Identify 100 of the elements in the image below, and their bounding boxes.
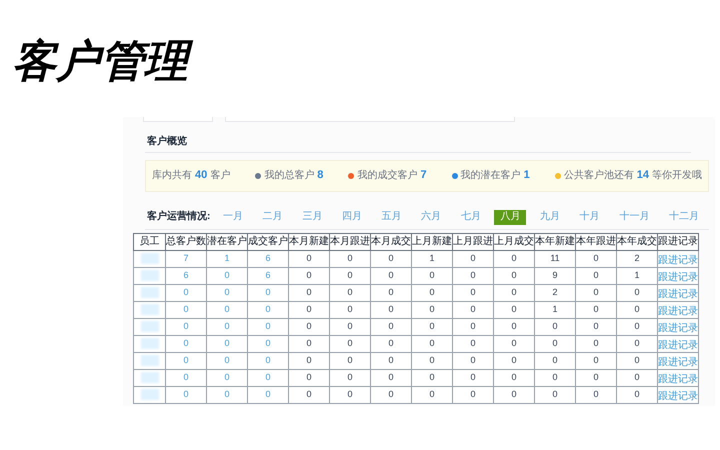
input-field[interactable] bbox=[225, 116, 515, 122]
table-cell: 0 bbox=[370, 267, 412, 284]
column-header: 上月新建 bbox=[412, 233, 452, 250]
blurred-name bbox=[140, 304, 158, 316]
table-cell: 0 bbox=[248, 284, 288, 302]
blurred-name bbox=[140, 270, 158, 282]
column-header: 上月跟进 bbox=[452, 233, 494, 250]
stat-label: 我的总客户 bbox=[264, 170, 314, 181]
table-cell: 0 bbox=[576, 267, 616, 284]
table-cell: 0 bbox=[370, 352, 412, 370]
table-cell: 0 bbox=[288, 352, 330, 370]
month-tab[interactable]: 三月 bbox=[296, 210, 328, 225]
month-tab[interactable]: 七月 bbox=[454, 210, 487, 225]
table-cell: 0 bbox=[370, 250, 412, 268]
table-cell: 0 bbox=[330, 250, 370, 268]
column-header: 本年跟进 bbox=[576, 233, 616, 250]
stat-label: 等你开发哦 bbox=[652, 170, 702, 181]
table-cell: 0 bbox=[166, 369, 206, 386]
table-cell: 0 bbox=[576, 335, 616, 352]
table-cell: 0 bbox=[248, 386, 288, 404]
table-cell: 0 bbox=[288, 301, 330, 318]
table-cell: 0 bbox=[452, 352, 494, 370]
table-cell: 0 bbox=[206, 301, 248, 318]
table-cell: 0 bbox=[452, 335, 494, 352]
table-cell: 0 bbox=[412, 386, 452, 404]
input-field[interactable] bbox=[143, 116, 213, 122]
table-cell: 0 bbox=[330, 267, 370, 284]
table-cell: 0 bbox=[534, 352, 576, 370]
table-cell: 0 bbox=[576, 301, 616, 318]
table-cell: 0 bbox=[412, 352, 452, 370]
table-cell: 0 bbox=[330, 369, 370, 386]
table-cell: 0 bbox=[494, 386, 534, 404]
table-cell: 0 bbox=[576, 284, 616, 302]
month-tab[interactable]: 八月 bbox=[494, 210, 526, 225]
table-cell: 0 bbox=[166, 318, 206, 336]
stat-value: 40 bbox=[195, 170, 208, 182]
stat-label: 我的潜在客户 bbox=[460, 170, 521, 181]
table-cell: 0 bbox=[288, 267, 330, 284]
table-cell: 2 bbox=[534, 284, 576, 302]
column-header: 本月跟进 bbox=[330, 233, 370, 250]
month-tab[interactable]: 十二月 bbox=[662, 210, 705, 225]
month-tab[interactable]: 一月 bbox=[217, 210, 249, 225]
table-cell: 0 bbox=[248, 335, 288, 352]
page-title: 客户管理 bbox=[12, 36, 198, 89]
table-cell: 0 bbox=[576, 386, 616, 404]
table-cell: 0 bbox=[452, 318, 494, 336]
table-cell: 0 bbox=[452, 301, 494, 318]
table-cell: 0 bbox=[494, 335, 534, 352]
table-cell: 0 bbox=[616, 284, 658, 302]
table-cell: 0 bbox=[576, 318, 616, 336]
stat-label: 我的成交客户 bbox=[357, 170, 418, 181]
table-cell: 0 bbox=[166, 386, 206, 404]
table-cell: 1 bbox=[412, 250, 452, 268]
table-cell: 0 bbox=[206, 267, 248, 284]
table-cell: 0 bbox=[166, 352, 206, 370]
table-cell: 0 bbox=[452, 284, 494, 302]
table-cell: 0 bbox=[206, 318, 248, 336]
table-cell: 0 bbox=[248, 301, 288, 318]
month-tab[interactable]: 六月 bbox=[415, 210, 448, 225]
table-cell: 0 bbox=[616, 301, 658, 318]
table-cell: 6 bbox=[166, 267, 206, 284]
table-cell: 0 bbox=[288, 335, 330, 352]
blurred-name bbox=[140, 287, 158, 298]
table-cell: 6 bbox=[248, 250, 288, 268]
blurred-name bbox=[140, 338, 158, 350]
column-header: 潜在客户 bbox=[206, 233, 248, 250]
column-header: 跟进记录 bbox=[658, 233, 698, 250]
stat-label: 公共客户池还有 bbox=[564, 170, 634, 181]
table-cell: 0 bbox=[494, 267, 534, 284]
stat-value: 1 bbox=[524, 170, 530, 182]
table-cell: 0 bbox=[330, 284, 370, 302]
column-header: 本年新建 bbox=[534, 233, 576, 250]
table-cell: 0 bbox=[166, 335, 206, 352]
table-cell: 0 bbox=[330, 335, 370, 352]
table-cell: 0 bbox=[288, 284, 330, 302]
stat-label: 客户 bbox=[210, 170, 230, 181]
table-cell: 0 bbox=[494, 284, 534, 302]
month-tab[interactable]: 五月 bbox=[376, 210, 408, 225]
month-tab[interactable]: 二月 bbox=[256, 210, 289, 225]
month-tab[interactable]: 十月 bbox=[574, 210, 606, 225]
table-cell: 0 bbox=[412, 318, 452, 336]
month-tab[interactable]: 九月 bbox=[534, 210, 566, 225]
table-cell: 0 bbox=[616, 352, 658, 370]
table-cell: 0 bbox=[534, 318, 576, 336]
month-tab[interactable]: 十一月 bbox=[613, 210, 656, 225]
table-cell: 0 bbox=[576, 369, 616, 386]
table-cell: 0 bbox=[206, 386, 248, 404]
table-cell: 0 bbox=[494, 352, 534, 370]
table-cell: 0 bbox=[452, 369, 494, 386]
table-cell: 0 bbox=[534, 369, 576, 386]
table-cell: 0 bbox=[412, 335, 452, 352]
table-cell: 0 bbox=[494, 369, 534, 386]
table-cell: 0 bbox=[206, 369, 248, 386]
month-tab[interactable]: 四月 bbox=[336, 210, 368, 225]
table-cell: 7 bbox=[166, 250, 206, 268]
table-cell: 0 bbox=[370, 318, 412, 336]
stat-label: 库内共有 bbox=[152, 170, 192, 181]
stat-value: 8 bbox=[317, 170, 324, 182]
table-cell: 0 bbox=[288, 369, 330, 386]
section-title: 客户运营情况: bbox=[147, 212, 212, 222]
